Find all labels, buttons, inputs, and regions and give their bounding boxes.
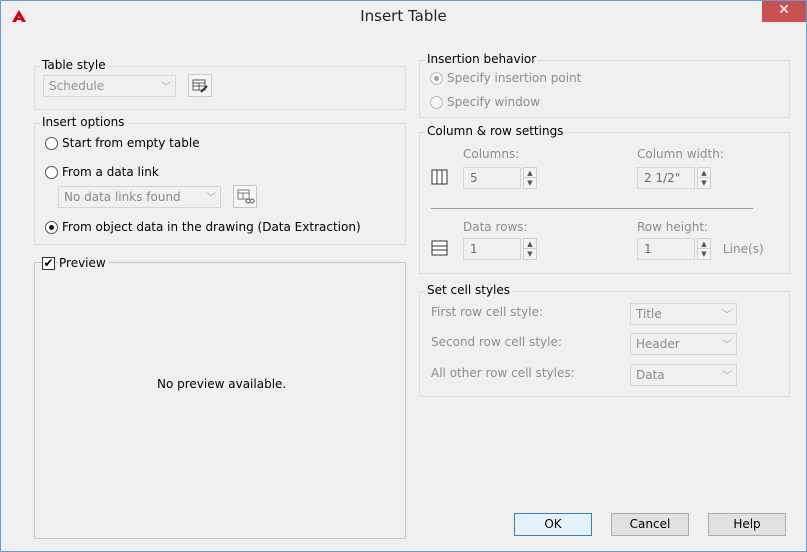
spin-down-icon[interactable]: ▼ bbox=[698, 249, 710, 259]
close-button[interactable]: ✕ bbox=[762, 1, 806, 22]
data-rows-field[interactable]: 1 bbox=[463, 238, 521, 260]
columns-field[interactable]: 5 bbox=[463, 167, 521, 189]
rows-icon bbox=[431, 240, 449, 260]
help-button[interactable]: Help bbox=[708, 513, 786, 536]
row-height-label: Row height: bbox=[637, 220, 709, 234]
table-style-select[interactable]: Schedule ﹀ bbox=[43, 75, 176, 97]
spin-down-icon[interactable]: ▼ bbox=[524, 249, 536, 259]
spin-up-icon[interactable]: ▲ bbox=[698, 168, 710, 178]
data-link-label: From a data link bbox=[62, 165, 159, 179]
data-link-value: No data links found bbox=[64, 190, 181, 204]
other-rows-style-label: All other row cell styles: bbox=[431, 366, 575, 380]
spin-down-icon[interactable]: ▼ bbox=[698, 178, 710, 188]
radio-window[interactable] bbox=[430, 96, 443, 109]
second-row-style-value: Header bbox=[636, 337, 680, 351]
insert-options-group-title: Insert options bbox=[40, 115, 127, 129]
dialog-title: Insert Table bbox=[360, 7, 447, 25]
title-bar: Insert Table ✕ bbox=[1, 1, 806, 31]
column-row-group-title: Column & row settings bbox=[425, 124, 566, 138]
first-row-style-label: First row cell style: bbox=[431, 305, 543, 319]
column-width-field[interactable]: 2 1/2" bbox=[637, 167, 695, 189]
spin-up-icon[interactable]: ▲ bbox=[524, 239, 536, 249]
close-icon: ✕ bbox=[778, 2, 790, 18]
cancel-button[interactable]: Cancel bbox=[611, 513, 689, 536]
radio-data-link[interactable] bbox=[45, 166, 58, 179]
column-width-stepper[interactable]: ▲ ▼ bbox=[697, 167, 711, 189]
row-height-unit: Line(s) bbox=[723, 242, 764, 256]
spin-down-icon[interactable]: ▼ bbox=[524, 178, 536, 188]
insert-table-dialog: Insert Table ✕ Table style Schedule ﹀ In… bbox=[0, 0, 807, 552]
columns-value: 5 bbox=[470, 171, 478, 185]
object-data-label: From object data in the drawing (Data Ex… bbox=[62, 220, 361, 234]
chevron-down-icon: ﹀ bbox=[722, 371, 732, 382]
column-width-label: Column width: bbox=[637, 147, 724, 161]
radio-start-empty[interactable] bbox=[45, 137, 58, 150]
row-height-field[interactable]: 1 bbox=[637, 238, 695, 260]
other-rows-style-value: Data bbox=[636, 368, 665, 382]
table-style-dialog-button[interactable] bbox=[188, 74, 212, 97]
chevron-down-icon: ﹀ bbox=[722, 340, 732, 351]
chevron-down-icon: ﹀ bbox=[206, 193, 216, 204]
row-height-stepper[interactable]: ▲ ▼ bbox=[697, 238, 711, 260]
data-link-manager-icon bbox=[237, 189, 255, 204]
preview-checkbox[interactable]: ✔ bbox=[42, 257, 55, 270]
data-rows-value: 1 bbox=[470, 242, 478, 256]
table-style-value: Schedule bbox=[49, 79, 105, 93]
preview-message: No preview available. bbox=[157, 377, 287, 391]
data-link-select[interactable]: No data links found ﹀ bbox=[58, 186, 221, 208]
second-row-style-select[interactable]: Header ﹀ bbox=[630, 333, 737, 355]
insertion-point-label: Specify insertion point bbox=[447, 71, 582, 85]
spin-up-icon[interactable]: ▲ bbox=[698, 239, 710, 249]
radio-insertion-point[interactable] bbox=[430, 72, 443, 85]
radio-object-data[interactable] bbox=[45, 221, 58, 234]
settings-divider bbox=[431, 208, 753, 209]
start-empty-label: Start from empty table bbox=[62, 136, 200, 150]
first-row-style-select[interactable]: Title ﹀ bbox=[630, 303, 737, 325]
columns-stepper[interactable]: ▲ ▼ bbox=[523, 167, 537, 189]
data-link-manager-button[interactable] bbox=[233, 185, 257, 208]
cell-styles-group-title: Set cell styles bbox=[425, 283, 513, 297]
insertion-behavior-group-title: Insertion behavior bbox=[425, 52, 539, 66]
first-row-style-value: Title bbox=[636, 307, 662, 321]
columns-label: Columns: bbox=[463, 147, 520, 161]
preview-area bbox=[34, 262, 406, 539]
column-width-value: 2 1/2" bbox=[644, 171, 681, 185]
insertion-behavior-group: Insertion behavior bbox=[419, 52, 790, 118]
data-rows-label: Data rows: bbox=[463, 220, 528, 234]
spin-up-icon[interactable]: ▲ bbox=[524, 168, 536, 178]
chevron-down-icon: ﹀ bbox=[161, 82, 171, 93]
preview-label: Preview bbox=[59, 256, 109, 270]
table-style-group-title: Table style bbox=[40, 58, 108, 72]
chevron-down-icon: ﹀ bbox=[722, 310, 732, 321]
row-height-value: 1 bbox=[644, 242, 652, 256]
columns-icon bbox=[431, 169, 449, 189]
second-row-style-label: Second row cell style: bbox=[431, 335, 562, 349]
ok-button[interactable]: OK bbox=[514, 513, 592, 536]
table-style-dialog-icon bbox=[192, 79, 208, 93]
data-rows-stepper[interactable]: ▲ ▼ bbox=[523, 238, 537, 260]
other-rows-style-select[interactable]: Data ﹀ bbox=[630, 364, 737, 386]
window-label: Specify window bbox=[447, 95, 541, 109]
